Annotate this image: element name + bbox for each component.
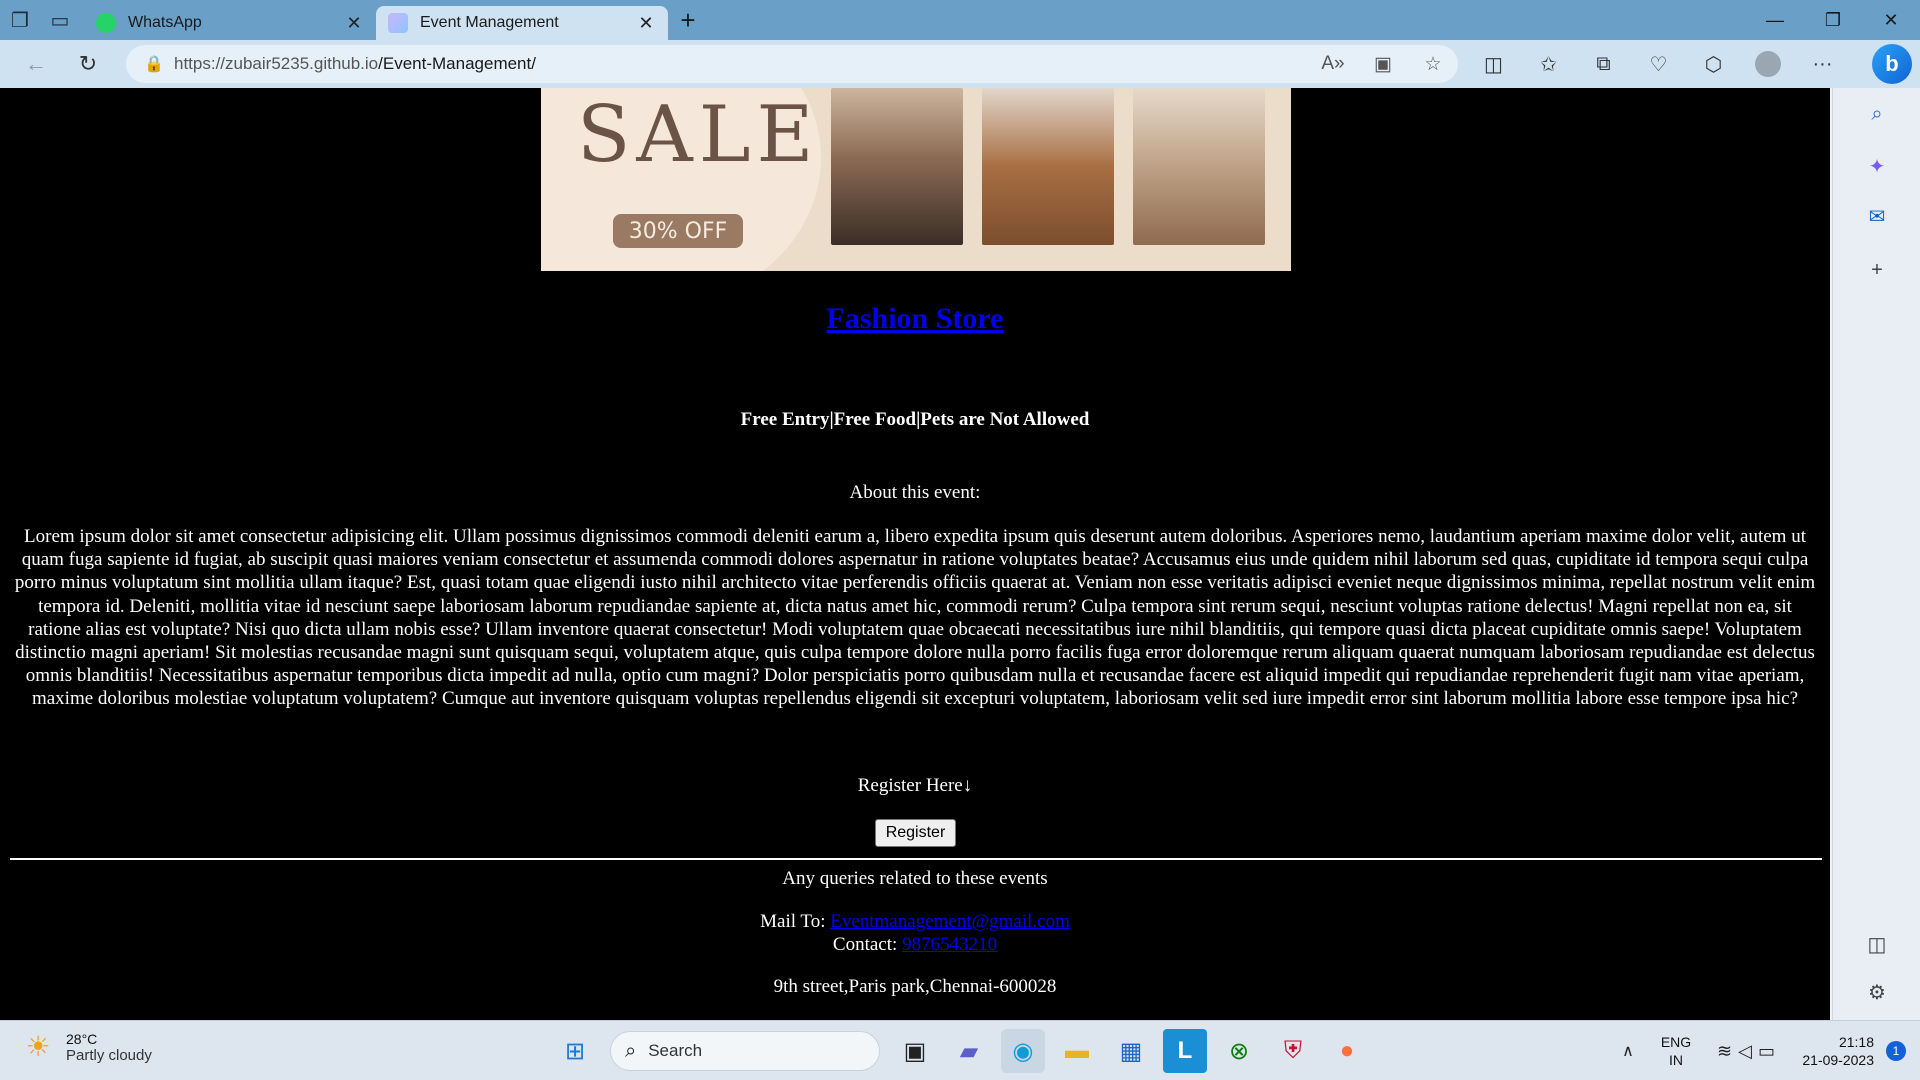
workspaces-icon[interactable]: ❐ [0, 0, 40, 40]
mail-link[interactable]: Eventmanagement@gmail.com [830, 911, 1070, 932]
favorites-icon[interactable]: ✩ [1521, 52, 1576, 77]
contact-line: Contact: 9876543210 [0, 934, 1830, 956]
close-tab-icon[interactable]: ✕ [636, 13, 656, 34]
tab-event-management[interactable]: Event Management ✕ [376, 6, 668, 40]
edge-browser-icon[interactable]: ◉ [1001, 1029, 1045, 1073]
split-screen-icon[interactable]: ◫ [1466, 52, 1521, 77]
notification-badge[interactable]: 1 [1886, 1041, 1906, 1061]
new-tab-button[interactable]: + [668, 0, 708, 40]
tab-whatsapp[interactable]: WhatsApp ✕ [84, 6, 376, 40]
url-text[interactable]: https://zubair5235.github.io/Event-Manag… [174, 54, 1308, 74]
restore-icon[interactable]: ❐ [1804, 0, 1862, 40]
show-hidden-icons-chevron-up-icon[interactable]: ∧ [1608, 1041, 1648, 1061]
copilot-icon[interactable]: ⬡ [1686, 52, 1741, 77]
minimize-icon[interactable]: — [1746, 0, 1804, 40]
back-button[interactable]: ← [10, 40, 62, 88]
region-code: IN [1669, 1052, 1683, 1068]
file-explorer-icon[interactable]: ▬ [1055, 1029, 1099, 1073]
language-code: ENG [1660, 1034, 1692, 1050]
browser-essentials-icon[interactable]: ♡ [1631, 52, 1686, 77]
partly-cloudy-icon: ☀ [25, 1031, 51, 1062]
address-text: 9th street,Paris park,Chennai-600028 [773, 976, 1057, 997]
sidebar-toggle-icon[interactable]: ◫ [1833, 924, 1920, 964]
weather-widget[interactable]: ☀ 28°C Partly cloudy [20, 1029, 152, 1065]
mail-label: Mail To: [760, 911, 831, 932]
model-photo-2 [982, 88, 1114, 245]
windows-taskbar: ☀ 28°C Partly cloudy ⊞ ⌕ Search ▣ ▰ ◉ ▬ … [0, 1020, 1920, 1080]
firefox-icon[interactable]: ● [1325, 1029, 1369, 1073]
model-photo-1 [831, 88, 963, 245]
read-aloud-icon[interactable]: A» [1308, 53, 1358, 76]
mcafee-icon[interactable]: ⛨ [1271, 1029, 1315, 1073]
event-perks: Free Entry|Free Food|Pets are Not Allowe… [740, 409, 1090, 430]
model-photo-3 [1133, 88, 1265, 245]
contact-label: Contact: [832, 934, 903, 955]
outlook-icon[interactable]: ✉ [1833, 196, 1920, 236]
event-description: Lorem ipsum dolor sit amet consectetur a… [14, 526, 1816, 710]
register-button[interactable]: Register [875, 819, 956, 847]
edge-sidebar: ⌕ ✦ ✉ + ◫ ⚙ [1832, 88, 1920, 1020]
lock-icon[interactable]: 🔒 [134, 54, 174, 74]
tab-actions-icon[interactable]: ▭ [40, 0, 80, 40]
navigation-bar: ← ↻ 🔒 https://zubair5235.github.io/Event… [0, 40, 1920, 88]
discount-badge: 30% OFF [613, 214, 743, 248]
favorite-star-icon[interactable]: ☆ [1408, 53, 1458, 76]
about-heading: About this event: [849, 482, 981, 503]
weather-temp: 28°C [66, 1030, 98, 1047]
tab-title: Event Management [420, 14, 559, 31]
close-tab-icon[interactable]: ✕ [344, 13, 364, 34]
xbox-icon[interactable]: ⊗ [1217, 1029, 1261, 1073]
system-tray-icons[interactable]: ≋◁▭ [1704, 1041, 1794, 1062]
search-icon: ⌕ [625, 1039, 637, 1062]
contact-link[interactable]: 9876543210 [902, 934, 997, 955]
copilot-icon[interactable]: ✦ [1833, 146, 1920, 186]
divider [10, 858, 1822, 860]
profile-avatar[interactable] [1755, 51, 1781, 77]
search-icon[interactable]: ⌕ [1833, 94, 1920, 134]
search-placeholder: Search [648, 1041, 703, 1060]
collections-icon[interactable]: ⧉ [1576, 53, 1631, 76]
tab-bar: ❐ ▭ WhatsApp ✕ Event Management ✕ + — ❐ … [0, 0, 1920, 40]
l-app-icon[interactable]: L [1163, 1029, 1207, 1073]
settings-gear-icon[interactable]: ⚙ [1833, 972, 1920, 1012]
wifi-icon: ≋ [1717, 1040, 1739, 1061]
start-button[interactable]: ⊞ [553, 1029, 597, 1073]
page-favicon-icon [388, 13, 408, 33]
clock[interactable]: 21:18 21-09-2023 [1794, 1033, 1874, 1069]
clock-time: 21:18 [1838, 1034, 1874, 1050]
mail-line: Mail To: Eventmanagement@gmail.com [0, 911, 1830, 933]
language-indicator[interactable]: ENG IN [1648, 1033, 1704, 1069]
queries-text: Any queries related to these events [782, 868, 1048, 889]
microsoft-store-icon[interactable]: ▦ [1109, 1029, 1153, 1073]
battery-icon: ▭ [1757, 1040, 1781, 1061]
page-content: SALE 30% OFF Fashion Store Free Entry|Fr… [0, 88, 1830, 1020]
bing-chat-icon[interactable]: b [1872, 44, 1912, 84]
teams-chat-icon[interactable]: ▰ [947, 1029, 991, 1073]
store-title: Fashion Store [0, 302, 1830, 336]
close-window-icon[interactable]: ✕ [1862, 0, 1920, 40]
address-bar[interactable]: 🔒 https://zubair5235.github.io/Event-Man… [126, 45, 1458, 83]
weather-condition: Partly cloudy [66, 1046, 152, 1064]
tab-title: WhatsApp [128, 14, 202, 31]
clock-date: 21-09-2023 [1802, 1052, 1874, 1068]
taskbar-search[interactable]: ⌕ Search [610, 1031, 880, 1071]
immersive-reader-icon[interactable]: ▣ [1358, 53, 1408, 76]
banner-headline: SALE [577, 90, 820, 180]
task-view-icon[interactable]: ▣ [893, 1029, 937, 1073]
refresh-button[interactable]: ↻ [62, 40, 114, 88]
more-menu-icon[interactable]: ··· [1795, 53, 1850, 76]
store-title-link[interactable]: Fashion Store [827, 302, 1004, 335]
add-app-icon[interactable]: + [1833, 250, 1920, 290]
sale-banner: SALE 30% OFF [541, 88, 1291, 271]
volume-icon: ◁ [1738, 1040, 1758, 1061]
whatsapp-icon [96, 13, 116, 33]
register-prompt: Register Here↓ [857, 775, 973, 796]
